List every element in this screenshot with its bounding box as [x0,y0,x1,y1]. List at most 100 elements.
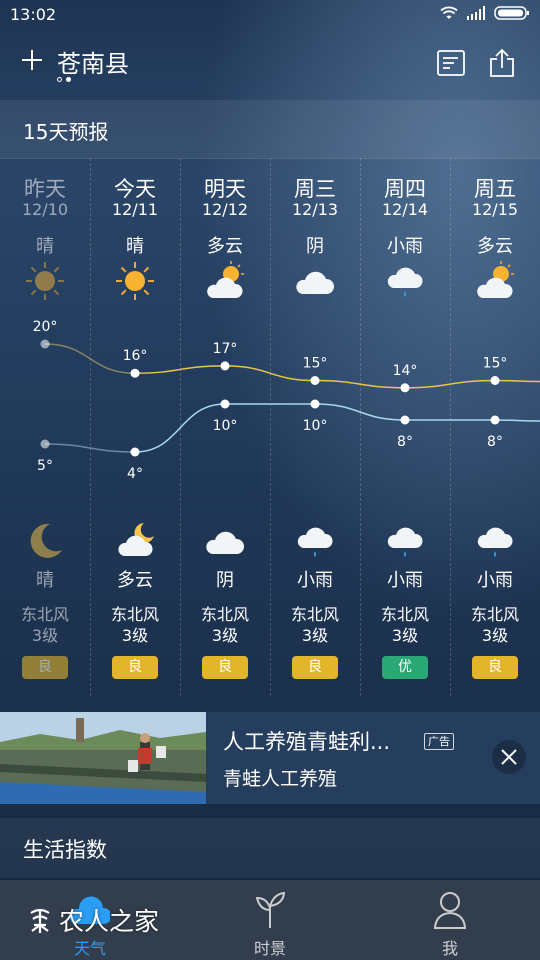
nav-scenery[interactable]: 时景 [180,880,360,960]
low-temp-line [134,403,540,453]
high-temp-point [310,376,320,385]
status-bar: 13:02 [0,0,540,30]
night-condition: 多云 [117,570,153,591]
low-temp-label: 5° [37,458,53,474]
day-condition: 晴 [126,236,144,257]
page-indicator [57,77,71,82]
day-name: 昨天 [24,177,66,201]
close-icon [501,749,517,765]
aqi-badge: 良 [202,656,248,679]
nav-label: 我 [441,939,458,958]
day-date: 12/15 [471,200,519,219]
wind-level: 3级 [31,626,59,645]
day-name: 周三 [294,177,336,201]
night-condition: 阴 [216,570,234,591]
wind-level: 3级 [301,626,329,645]
low-temp-point [220,399,230,409]
low-temp-point [400,415,410,425]
life-index-title: 生活指数 [23,838,107,862]
sprout-icon [255,891,286,928]
day-name: 今天 [114,177,156,201]
add-city-button[interactable] [20,44,46,74]
status-icons [440,6,530,20]
temperature-chart: 20° 16° 17° 15° 14° 15° 5° 4° 10° 10° 8° 8° [33,319,540,482]
user-icon [433,892,467,929]
day-date: 12/14 [381,200,429,219]
list-icon[interactable] [436,48,466,78]
low-temp-point [130,447,140,457]
low-temp-label: 10° [303,418,328,434]
high-temp-point [130,368,140,378]
day-name: 明天 [204,177,246,201]
day-name: 周四 [384,177,426,201]
high-temp-label: 15° [483,356,508,372]
high-temp-line [134,365,540,389]
day-condition: 多云 [207,236,243,257]
page-dot-active [66,77,71,82]
high-temp-label: 17° [213,341,238,357]
day-name: 周五 [474,177,516,201]
high-temp-point [400,383,410,393]
sun-cloud-icon [477,261,514,298]
night-condition: 小雨 [387,570,423,591]
low-temp-point [490,415,500,425]
low-temp-point [40,439,50,449]
wind-level: 3级 [481,626,509,645]
cloud-icon [206,531,245,554]
cloud-icon [296,271,335,294]
signal-icon [467,6,485,20]
low-temp-label: 8° [397,434,413,450]
rain-cloud-icon [297,527,333,557]
sun-icon [116,262,154,300]
rain-cloud-icon [477,527,513,557]
day-date: 12/11 [111,200,159,219]
day-date: 12/13 [291,200,339,219]
ad-subtitle[interactable]: 青蛙人工养殖 [223,764,337,791]
low-temp-line-past [44,443,136,453]
sun-icon [26,262,64,300]
wind-level: 3级 [391,626,419,645]
aqi-badge: 良 [472,656,518,679]
high-temp-point [220,361,230,371]
low-temp-point [310,399,320,409]
forecast-header: 15天预报 [0,100,540,159]
header: 苍南县 [0,30,540,100]
watermark-logo-icon [30,908,50,933]
wind-level: 3级 [121,626,149,645]
watermark-text: 农人之家 [59,907,160,936]
aqi-badge: 良 [292,656,338,679]
high-temp-label: 20° [33,319,58,335]
aqi-badge: 良 [112,656,158,679]
status-time: 13:02 [10,5,57,24]
day-condition: 阴 [306,236,324,257]
low-temp-label: 10° [213,418,238,434]
high-temp-label: 14° [393,363,418,379]
night-condition: 小雨 [297,570,333,591]
ad-photo [0,712,206,804]
life-index-section[interactable]: 生活指数 [0,818,540,878]
battery-icon [494,6,529,20]
aqi-badge: 优 [382,656,428,679]
wifi-icon [440,6,458,19]
forecast-area[interactable]: 昨天 12/10 晴 晴 东北风 3级 良 今天 12/11 晴 多云 东北风 … [0,158,540,698]
nav-me[interactable]: 我 [360,880,540,960]
nav-label: 时景 [253,939,286,958]
night-condition: 小雨 [477,570,513,591]
high-temp-point [490,376,500,385]
ad-close-button[interactable] [492,740,526,774]
share-icon[interactable] [487,48,517,78]
city-name[interactable]: 苍南县 [57,44,129,79]
day-date: 12/10 [21,200,69,219]
nav-label: 天气 [73,939,106,958]
rain-cloud-icon [387,267,423,297]
day-condition: 小雨 [387,236,423,257]
ad-tag: 广告 [424,733,454,750]
aqi-badge: 良 [22,656,68,679]
day-condition: 多云 [477,236,513,257]
forecast-title: 15天预报 [23,120,109,144]
ad-banner[interactable]: 人工养殖青蛙利... 广告 青蛙人工养殖 [0,712,540,804]
ad-image[interactable] [0,712,206,804]
watermark: 农人之家 [25,902,159,938]
ad-title[interactable]: 人工养殖青蛙利... [223,726,390,756]
high-temp-point [40,339,50,349]
